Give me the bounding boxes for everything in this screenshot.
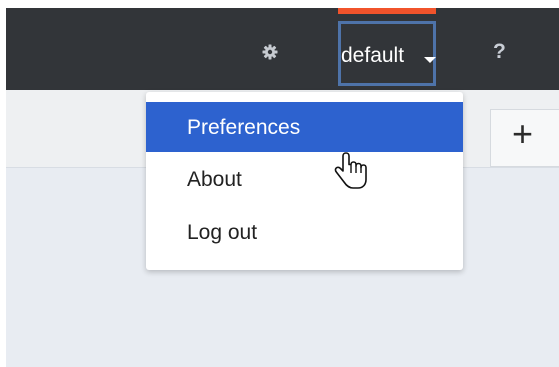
plus-icon: + bbox=[512, 113, 534, 154]
gear-icon[interactable] bbox=[262, 44, 278, 60]
add-button[interactable]: + bbox=[490, 109, 559, 167]
menu-item-label: About bbox=[187, 168, 242, 191]
user-dropdown-menu: Preferences About Log out bbox=[146, 92, 463, 270]
help-button[interactable]: ? bbox=[493, 40, 506, 64]
top-bar: default ? bbox=[6, 8, 559, 90]
app-frame: default ? + Preferences About Log out bbox=[6, 8, 559, 367]
menu-item-about[interactable]: About bbox=[146, 154, 463, 204]
user-menu-accent-bar bbox=[338, 8, 436, 14]
menu-item-preferences[interactable]: Preferences bbox=[146, 102, 463, 152]
menu-item-label: Preferences bbox=[187, 116, 301, 139]
caret-down-icon bbox=[424, 57, 436, 63]
user-menu-button[interactable]: default bbox=[338, 21, 436, 86]
menu-item-label: Log out bbox=[187, 221, 258, 244]
menu-item-log-out[interactable]: Log out bbox=[146, 207, 463, 257]
user-menu-label: default bbox=[341, 44, 405, 67]
hand-cursor-icon bbox=[334, 151, 368, 191]
